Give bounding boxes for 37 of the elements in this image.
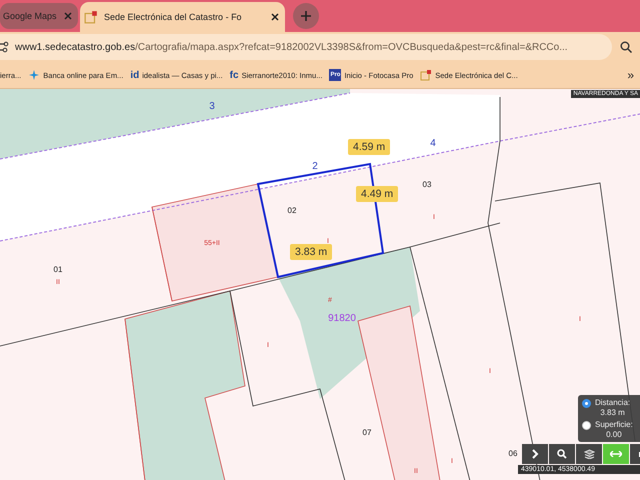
catastro-logo-icon xyxy=(84,10,98,24)
more-bookmarks-button[interactable]: » xyxy=(627,68,634,82)
map-tool-button[interactable] xyxy=(522,444,548,464)
map-label: 03 xyxy=(422,180,432,189)
site-logo-icon: id xyxy=(130,70,140,80)
measurement-label: 4.49 m xyxy=(356,186,398,202)
map-label: 01 xyxy=(54,265,62,274)
arrows-icon xyxy=(610,451,622,457)
close-icon[interactable] xyxy=(271,13,279,21)
map-label: 02 xyxy=(288,206,296,215)
map-label: 06 xyxy=(508,449,518,458)
layers-icon xyxy=(584,449,594,459)
measurement-label: 4.59 m xyxy=(348,139,390,155)
map-label: 3 xyxy=(209,101,215,112)
radio-button[interactable] xyxy=(582,399,591,408)
star-logo-icon xyxy=(28,69,40,81)
browser-tab[interactable]: Sede Electrónica del Catastro - Fo xyxy=(80,2,285,32)
chevron-right-icon xyxy=(530,449,540,459)
site-settings-icon xyxy=(0,41,9,53)
url-text: www1.sedecatastro.gob.es/Cartografia/mapa.aspx?refcat=9182002VL3398S&from=OVCBusqueda&pest=rc&final=&RCCo... xyxy=(15,42,568,52)
catastro-logo-icon xyxy=(420,69,432,81)
new-tab-button[interactable] xyxy=(293,3,319,29)
search-icon[interactable] xyxy=(620,41,632,53)
map-tool-button[interactable] xyxy=(576,444,602,464)
map-label: 07 xyxy=(362,428,372,437)
site-logo-icon: fc xyxy=(230,70,239,80)
radio-button[interactable] xyxy=(582,421,591,430)
map-label: 4 xyxy=(430,138,436,149)
map-label: 91820 xyxy=(328,313,356,324)
address-field[interactable]: www1.sedecatastro.gob.es/Cartografia/mapa.aspx?refcat=9182002VL3398S&from=OVCBusqueda&pest=rc&final=&RCCo... xyxy=(0,34,612,60)
map-tool-button[interactable] xyxy=(549,444,575,464)
plus-icon xyxy=(301,11,311,21)
map-label: 2 xyxy=(312,161,318,172)
measure-option: Distancia: 3.83 m xyxy=(595,398,630,418)
measure-option: Superficie: 0.00 xyxy=(595,420,633,440)
measurement-label: 3.83 m xyxy=(290,244,332,260)
search-icon xyxy=(557,449,567,459)
